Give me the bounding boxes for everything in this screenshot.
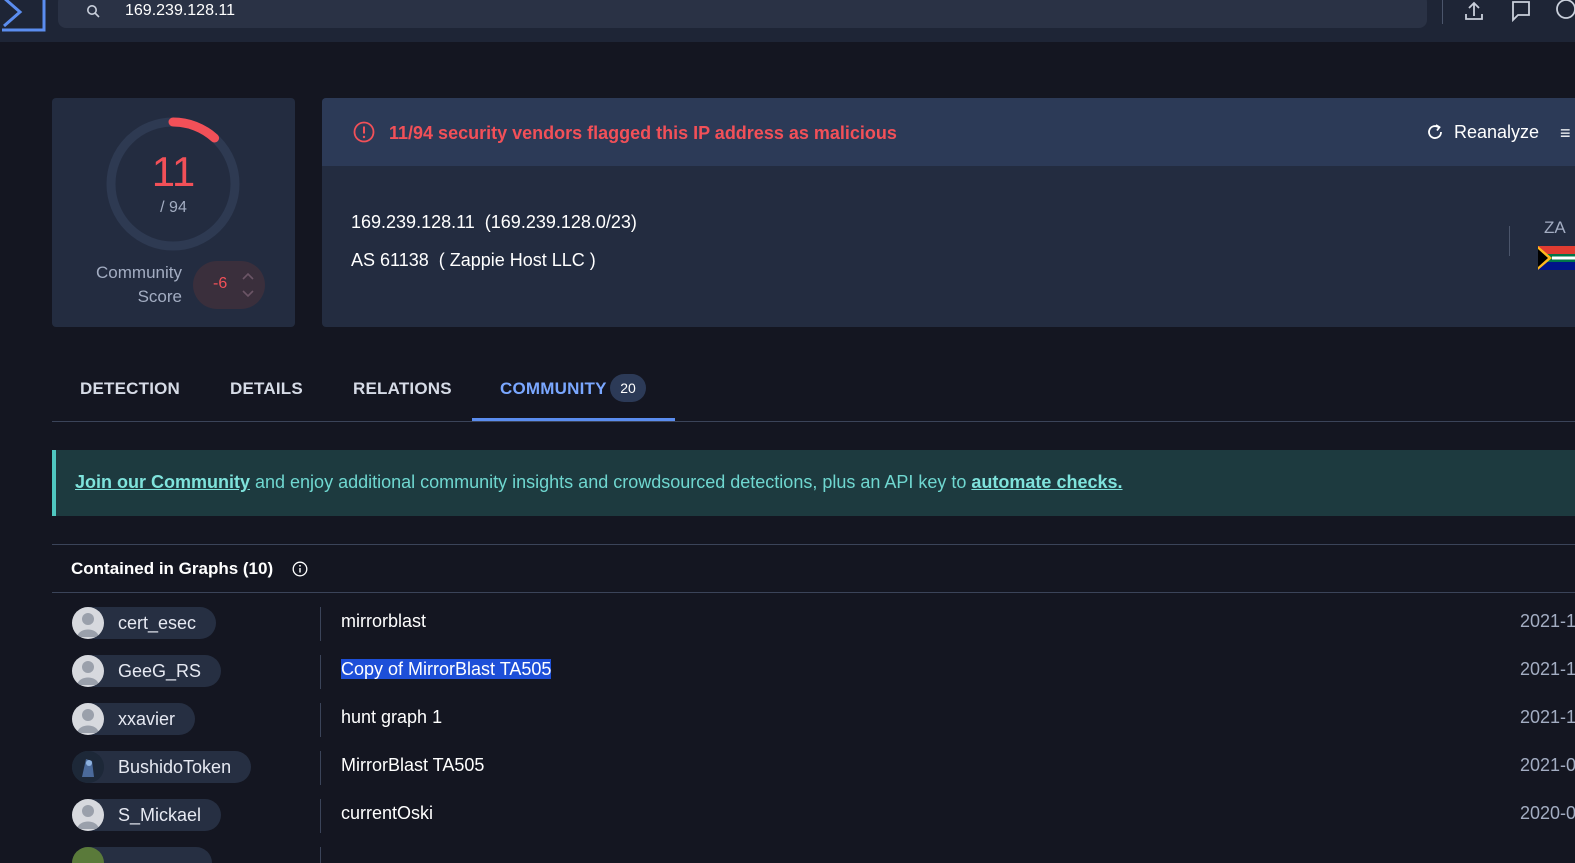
tab-details[interactable]: DETAILS (230, 379, 303, 399)
user-chip[interactable]: xxavier (72, 703, 196, 735)
graph-row[interactable]: GeeG_RS Copy of MirrorBlast TA505 2021-1 (52, 647, 1575, 695)
top-bar: 169.239.128.11 (0, 0, 1575, 42)
ip-address-range: 169.239.128.11 (169.239.128.0/23) (351, 212, 637, 232)
row-divider (320, 607, 321, 641)
country-code: ZA (1544, 218, 1566, 237)
community-score-label: Community Score (96, 263, 182, 306)
graph-date: 2021-1 (1520, 611, 1575, 631)
user-name: GeeG_RS (118, 661, 202, 681)
avatar (72, 607, 104, 639)
graph-name[interactable]: currentOski (341, 803, 433, 824)
graph-row[interactable]: cert_esec mirrorblast 2021-1 (52, 599, 1575, 647)
user-name: xxavier (118, 709, 176, 729)
asn-owner: AS 61138 ( Zappie Host LLC ) (351, 250, 596, 270)
avatar (72, 799, 104, 831)
user-chip[interactable]: GeeG_RS (72, 655, 222, 687)
info-icon[interactable] (292, 561, 308, 577)
ip-info-card: 11/94 security vendors flagged this IP a… (322, 98, 1575, 327)
virustotal-logo-icon[interactable] (0, 0, 46, 32)
user-chip[interactable]: cert_esec (72, 607, 217, 639)
row-divider (320, 847, 321, 863)
help-icon[interactable] (1555, 0, 1575, 22)
banner-text: Join our Community and enjoy additional … (75, 472, 1123, 493)
alert-header: 11/94 security vendors flagged this IP a… (322, 98, 1575, 166)
graph-date: 2021-0 (1520, 755, 1575, 775)
community-count-badge: 20 (610, 374, 646, 402)
user-name: BushidoToken (118, 757, 232, 777)
automate-checks-link[interactable]: automate checks. (971, 472, 1122, 492)
search-bar[interactable]: 169.239.128.11 (58, 0, 1427, 28)
avatar (72, 655, 104, 687)
graph-name[interactable]: hunt graph 1 (341, 707, 442, 728)
user-name: cert_esec (118, 613, 197, 633)
graph-row[interactable]: BushidoToken MirrorBlast TA505 2021-0 (52, 743, 1575, 791)
row-divider (320, 655, 321, 689)
community-score-value: -6 (213, 275, 228, 292)
upload-icon[interactable] (1463, 0, 1485, 22)
graph-name[interactable]: mirrorblast (341, 611, 426, 632)
selected-text: Copy of MirrorBlast TA505 (341, 659, 552, 679)
graph-row[interactable]: S_Mickael currentOski 2020-0 (52, 791, 1575, 839)
search-icon (87, 5, 100, 18)
avatar (72, 703, 104, 735)
refresh-icon (1428, 124, 1442, 139)
comment-icon[interactable] (1510, 0, 1532, 22)
community-score-widget[interactable]: -6 (193, 261, 265, 309)
avatar (72, 847, 104, 863)
tab-detection[interactable]: DETECTION (80, 379, 180, 399)
graph-row-partial[interactable] (52, 839, 1575, 863)
search-input[interactable]: 169.239.128.11 (125, 2, 235, 20)
row-divider (320, 751, 321, 785)
contained-in-graphs-header: Contained in Graphs (10) (52, 544, 1575, 593)
alert-circle-icon (353, 121, 375, 143)
tab-bar: DETECTION DETAILS RELATIONS COMMUNITY 20 (52, 360, 1575, 422)
info-divider (1509, 226, 1510, 256)
row-divider (320, 799, 321, 833)
graph-row[interactable]: xxavier hunt graph 1 2021-1 (52, 695, 1575, 743)
south-africa-flag-icon (1538, 246, 1575, 270)
user-chip[interactable] (72, 847, 212, 863)
user-chip[interactable]: BushidoToken (72, 751, 252, 783)
detection-total: / 94 (160, 199, 187, 216)
more-actions-icon[interactable]: ≡ (1560, 123, 1571, 144)
row-divider (320, 703, 321, 737)
tab-community[interactable]: COMMUNITY (500, 379, 607, 399)
graph-date: 2021-1 (1520, 707, 1575, 727)
detection-count: 11 (151, 148, 196, 195)
detection-score-card: 11 / 94 Community Score -6 (52, 98, 295, 327)
banner-middle-text: and enjoy additional community insights … (250, 472, 972, 492)
malicious-alert-text: 11/94 security vendors flagged this IP a… (389, 123, 897, 143)
graph-date: 2020-0 (1520, 803, 1575, 823)
graph-name[interactable]: Copy of MirrorBlast TA505 (341, 659, 552, 680)
graph-date: 2021-1 (1520, 659, 1575, 679)
join-community-banner: Join our Community and enjoy additional … (52, 450, 1575, 516)
toolbar-divider (1442, 0, 1443, 24)
graph-name[interactable]: MirrorBlast TA505 (341, 755, 484, 776)
avatar (72, 751, 104, 783)
active-tab-indicator (472, 418, 675, 421)
vote-arrows-icon[interactable] (242, 271, 254, 299)
user-name: S_Mickael (118, 805, 202, 825)
tab-relations[interactable]: RELATIONS (353, 379, 452, 399)
user-chip[interactable]: S_Mickael (72, 799, 222, 831)
join-community-link[interactable]: Join our Community (75, 472, 250, 492)
reanalyze-label: Reanalyze (1454, 122, 1540, 142)
graphs-section-title: Contained in Graphs (10) (71, 559, 274, 578)
